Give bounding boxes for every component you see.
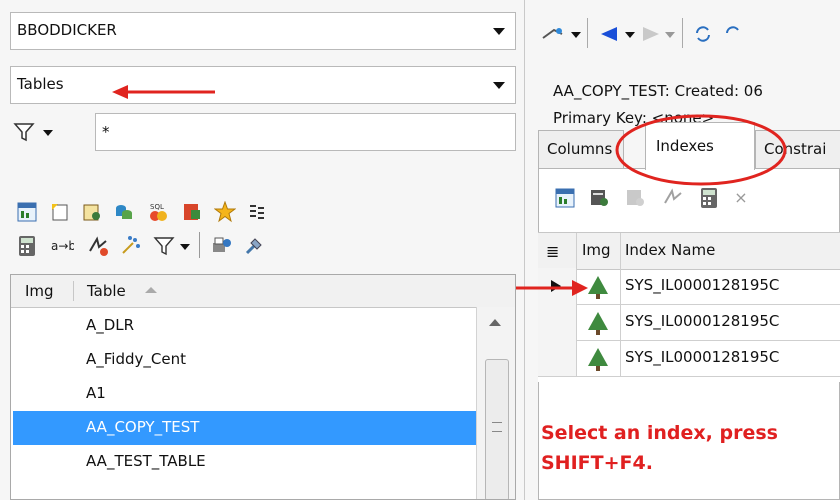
back-arrow-icon[interactable] xyxy=(597,22,621,46)
refresh-all-icon[interactable] xyxy=(721,22,745,46)
index-name: SYS_IL0000128195C xyxy=(625,276,780,294)
print-icon[interactable] xyxy=(210,234,234,258)
table-name: AA_TEST_TABLE xyxy=(86,452,206,470)
refresh-icon[interactable] xyxy=(691,22,715,46)
instruction-message: Select an index, press SHIFT+F4. xyxy=(541,418,778,478)
tree-index-icon xyxy=(588,348,608,371)
wrench-icon[interactable] xyxy=(242,234,266,258)
table-row[interactable]: A_Fiddy_Cent xyxy=(21,343,476,377)
scroll-up-icon[interactable] xyxy=(489,319,501,326)
index-img-cell xyxy=(576,340,621,376)
row-selector[interactable] xyxy=(538,304,577,340)
table-grid[interactable]: Img Table A_DLR A_Fiddy_Cent A1 AA_COPY_… xyxy=(10,274,516,500)
sql-icon[interactable]: SQL xyxy=(146,200,170,224)
index-row[interactable]: SYS_IL0000128195C xyxy=(538,340,840,377)
object-type-combo[interactable]: Tables xyxy=(10,66,516,104)
column-header-img[interactable]: Img xyxy=(582,241,611,259)
filter-input[interactable] xyxy=(95,113,516,151)
table-name: A_DLR xyxy=(86,316,135,334)
grid-header: Img Table xyxy=(11,275,515,308)
table-name: A_Fiddy_Cent xyxy=(86,350,186,368)
tree-index-icon xyxy=(588,312,608,335)
script-icon[interactable] xyxy=(588,186,612,210)
column-header-index-name[interactable]: Index Name xyxy=(625,241,715,259)
table-name: A1 xyxy=(86,384,106,402)
svg-text:a→b: a→b xyxy=(51,239,74,253)
new-table-icon[interactable] xyxy=(48,200,72,224)
index-img-cell xyxy=(576,304,621,340)
scroll-grip-icon xyxy=(492,422,502,432)
filter-dropdown-icon[interactable] xyxy=(43,130,53,136)
annotation-ellipse xyxy=(615,114,787,186)
table-row[interactable]: A_DLR xyxy=(21,309,476,343)
connection-dropdown-icon[interactable] xyxy=(571,32,581,38)
script-icon[interactable] xyxy=(80,200,104,224)
instruction-line-1: Select an index, press xyxy=(541,422,778,444)
toolbar-separator xyxy=(587,18,588,48)
calculator-icon[interactable] xyxy=(15,234,39,258)
forward-arrow-icon[interactable] xyxy=(639,22,663,46)
index-name: SYS_IL0000128195C xyxy=(625,312,780,330)
toolbar-separator xyxy=(199,232,200,258)
sparkle-icon[interactable] xyxy=(118,234,142,258)
column-header-table[interactable]: Table xyxy=(87,282,126,300)
annotation-arrow-left xyxy=(112,85,215,99)
index-row[interactable]: SYS_IL0000128195C xyxy=(538,304,840,341)
table-row[interactable]: AA_TEST_TABLE xyxy=(21,445,476,479)
table-name: AA_COPY_TEST xyxy=(86,418,200,436)
filter-funnel-icon[interactable] xyxy=(152,234,176,258)
sort-ascending-icon xyxy=(145,287,157,293)
funnel-dropdown-icon[interactable] xyxy=(180,244,190,250)
copy-icon[interactable] xyxy=(112,200,136,224)
column-header-img[interactable]: Img xyxy=(25,282,54,300)
forward-dropdown-icon[interactable] xyxy=(665,32,675,38)
right-panel: AA_COPY_TEST: Created: 06 Primary Key: <… xyxy=(525,0,840,500)
schema-combo[interactable]: BBODDICKER xyxy=(10,12,516,50)
left-panel: BBODDICKER Tables SQL a→b xyxy=(0,0,525,500)
table-grid-icon[interactable] xyxy=(553,186,577,210)
table-row-selected[interactable]: AA_COPY_TEST xyxy=(13,411,476,445)
export-icon[interactable] xyxy=(180,200,204,224)
chevron-down-icon[interactable] xyxy=(493,28,505,35)
connection-icon[interactable] xyxy=(541,22,565,46)
star-icon[interactable] xyxy=(213,200,237,224)
chevron-down-icon[interactable] xyxy=(493,82,505,89)
toolbar-separator xyxy=(682,18,683,48)
table-row[interactable]: A1 xyxy=(21,377,476,411)
header-divider xyxy=(620,233,621,269)
index-grid-header: ≣ Img Index Name xyxy=(538,232,840,270)
table-grid-icon[interactable] xyxy=(15,200,39,224)
vertical-scrollbar[interactable] xyxy=(476,307,515,499)
header-divider xyxy=(576,233,577,269)
annotation-arrow-right xyxy=(516,280,588,296)
row-selector-icon[interactable]: ≣ xyxy=(546,242,559,261)
object-title: AA_COPY_TEST: Created: 06 xyxy=(553,82,763,100)
compare-icon[interactable] xyxy=(245,200,269,224)
scroll-thumb[interactable] xyxy=(485,359,509,499)
filter-icon[interactable] xyxy=(12,120,36,144)
row-selector[interactable] xyxy=(538,340,577,376)
tab-columns[interactable]: Columns xyxy=(538,130,624,168)
header-divider xyxy=(73,281,74,301)
schema-combo-value: BBODDICKER xyxy=(17,21,117,39)
tab-label: Columns xyxy=(547,140,613,158)
refresh-icon[interactable] xyxy=(86,234,110,258)
index-name: SYS_IL0000128195C xyxy=(625,348,780,366)
back-dropdown-icon[interactable] xyxy=(625,32,635,38)
svg-text:SQL: SQL xyxy=(150,203,164,211)
object-type-combo-value: Tables xyxy=(17,75,64,93)
find-replace-icon[interactable]: a→b xyxy=(50,234,74,258)
index-grid[interactable]: ≣ Img Index Name SYS_IL0000128195C SYS_I… xyxy=(538,232,840,382)
instruction-line-2: SHIFT+F4. xyxy=(541,452,653,474)
